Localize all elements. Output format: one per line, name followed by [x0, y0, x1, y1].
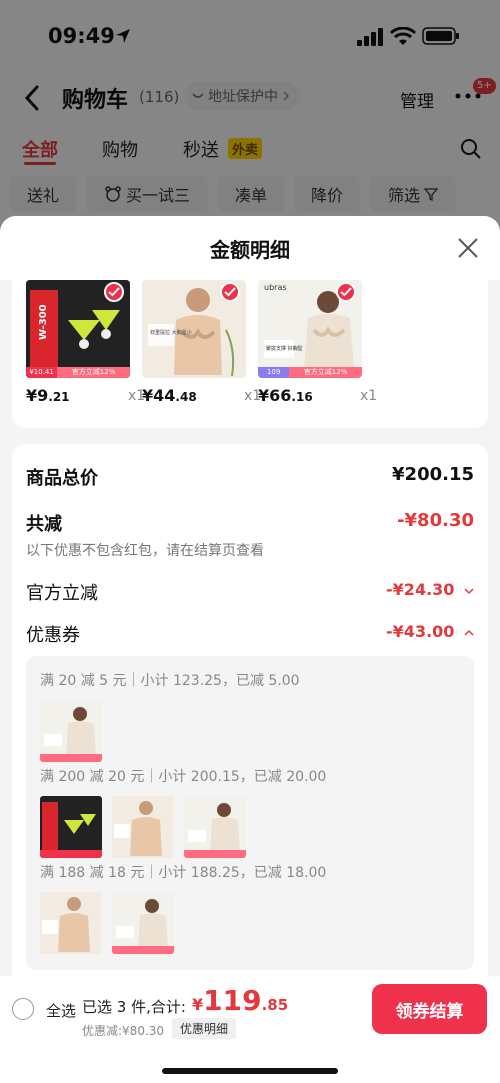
- chevron-down-icon: [464, 587, 474, 594]
- select-all-radio[interactable]: [12, 998, 34, 1020]
- product-brand: ubras: [264, 283, 287, 292]
- promo-tag: ¥10.41: [26, 367, 58, 378]
- chevron-up-icon: [464, 629, 474, 636]
- total-reduce-label: 共减: [26, 514, 62, 535]
- price-dec: .48: [175, 390, 197, 404]
- coupon-products: [40, 700, 102, 762]
- selected-products: W-300 ¥10.41 官方立减12% ¥9.21 x1 双重提拉 大胸显小 …: [12, 280, 488, 428]
- amount-detail-sheet: 金额明细 W-300 ¥10.41 官方立减12% ¥9.21 x1 双重提拉 …: [0, 216, 500, 1083]
- coupon-products: [40, 892, 174, 954]
- product-image-text: W-300: [38, 304, 49, 340]
- product-qty: x1: [360, 388, 378, 404]
- price-int: ¥44: [142, 386, 176, 405]
- close-icon[interactable]: [456, 236, 480, 260]
- promo-tag: 109: [258, 367, 290, 378]
- total-amount: ¥119.85: [192, 984, 288, 1017]
- coupon-row[interactable]: -¥43.00: [386, 622, 474, 641]
- checkout-button[interactable]: 领券结算: [372, 984, 487, 1034]
- checkout-label: 领券结算: [395, 1001, 464, 1022]
- total-reduce-value: -¥80.30: [397, 510, 474, 531]
- currency-symbol: ¥: [192, 995, 204, 1014]
- select-all-label[interactable]: 全选: [46, 1000, 76, 1021]
- reduce-note: 以下优惠不包含红包，请在结算页查看: [26, 543, 264, 559]
- price-dec: .21: [48, 390, 70, 404]
- total-dec: .85: [261, 996, 289, 1014]
- product-price: ¥66.16: [258, 386, 313, 405]
- coupon-breakdown: 满 20 减 5 元｜小计 123.25，已减 5.00 满 200 减 20 …: [26, 656, 474, 970]
- coupon-rule: 满 20 减 5 元｜小计 123.25，已减 5.00: [40, 673, 300, 689]
- amount-detail-card: 商品总价 ¥200.15 共减 -¥80.30 以下优惠不包含红包，请在结算页查…: [12, 444, 488, 1004]
- product-thumb: [40, 892, 102, 954]
- coupon-value: -¥43.00: [386, 622, 455, 641]
- product-price: ¥9.21: [26, 386, 70, 405]
- coupon-rule: 满 200 减 20 元｜小计 200.15，已减 20.00: [40, 769, 327, 785]
- price-int: ¥66: [258, 386, 292, 405]
- product-thumb: [112, 796, 174, 858]
- promo-banner: 官方立减12%: [57, 367, 130, 378]
- promo-banner: 官方立减12%: [289, 367, 362, 378]
- coupon-rule: 满 188 减 18 元｜小计 188.25，已减 18.00: [40, 865, 327, 881]
- checked-icon: [220, 282, 240, 302]
- product-thumb: [40, 796, 102, 858]
- checkout-bar: 全选 已选 3 件,合计: ¥119.85 优惠减:¥80.30 优惠明细 领券…: [0, 976, 500, 1083]
- sheet-header: 金额明细: [0, 216, 500, 280]
- product-image: W-300 ¥10.41 官方立减12%: [26, 280, 130, 378]
- discount-info: 优惠减:¥80.30: [82, 1024, 165, 1038]
- coupon-label: 优惠券: [26, 625, 80, 646]
- promo-strip: ¥10.41 官方立减12%: [26, 367, 130, 378]
- product-image: 双重提拉 大胸显小: [142, 280, 246, 378]
- checked-icon: [104, 282, 124, 302]
- price-int: ¥9: [26, 386, 49, 405]
- product-thumb: [184, 796, 246, 858]
- checked-icon: [336, 282, 356, 302]
- home-indicator: [162, 1068, 338, 1074]
- total-price-value: ¥200.15: [392, 464, 474, 485]
- product-image-text: 双重提拉 大胸显小: [150, 329, 192, 336]
- price-dec: .16: [291, 390, 313, 404]
- total-int: 119: [203, 984, 262, 1017]
- official-discount-row[interactable]: -¥24.30: [386, 580, 474, 599]
- official-discount-value: -¥24.30: [386, 580, 455, 599]
- official-discount-label: 官方立减: [26, 583, 98, 604]
- product-thumb: [40, 700, 102, 762]
- product-image-text: 聚拢支撑 好胸型: [266, 345, 303, 352]
- selected-count: 已选 3 件,合计:: [82, 998, 186, 1016]
- total-price-label: 商品总价: [26, 468, 98, 489]
- promo-strip: 109 官方立减12%: [258, 367, 362, 378]
- product-price: ¥44.48: [142, 386, 197, 405]
- product-thumb: [112, 892, 174, 954]
- coupon-products: [40, 796, 246, 858]
- sheet-title: 金额明细: [210, 238, 290, 262]
- product-image: ubras 聚拢支撑 好胸型 109 官方立减12%: [258, 280, 362, 378]
- discount-detail-link[interactable]: 优惠明细: [172, 1018, 237, 1039]
